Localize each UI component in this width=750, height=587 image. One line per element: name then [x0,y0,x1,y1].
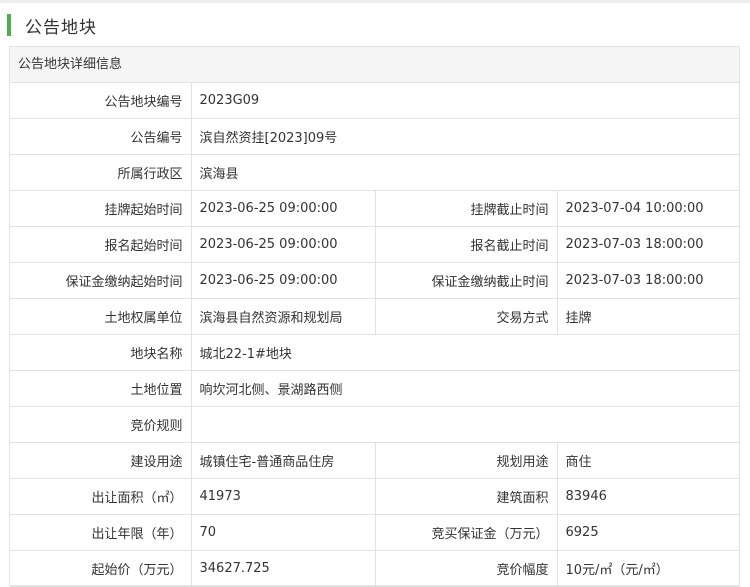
field-label: 挂牌起始时间 [10,190,192,227]
page-title: 公告地块 [25,17,97,38]
field-label: 起始价（万元） [10,550,192,587]
field-label: 竞价幅度 [374,550,558,587]
table-row: 保证金缴纳起始时间 2023-06-25 09:00:00 保证金缴纳截止时间 … [10,262,740,299]
detail-panel: 公告地块详细信息 公告地块编号 2023G09 公告编号 滨自然资挂[2023]… [9,46,740,587]
table-row: 出让面积（㎡） 41973 建筑面积 83946 [10,478,740,515]
table-row: 挂牌起始时间 2023-06-25 09:00:00 挂牌截止时间 2023-0… [10,190,740,227]
field-value: 挂牌 [556,298,740,335]
panel-heading: 公告地块详细信息 [10,47,739,83]
table-row: 土地权属单位 滨海县自然资源和规划局 交易方式 挂牌 [10,298,740,335]
field-value: 滨海县自然资源和规划局 [190,298,376,335]
field-label: 公告地块编号 [10,83,192,119]
field-value: 2023-07-03 18:00:00 [556,262,740,299]
detail-table: 公告地块编号 2023G09 公告编号 滨自然资挂[2023]09号 所属行政区… [10,83,740,587]
field-label: 建设用途 [10,442,192,479]
field-value: 6925 [556,514,740,551]
table-row: 公告编号 滨自然资挂[2023]09号 [10,118,740,155]
field-value: 2023-07-03 18:00:00 [556,226,740,263]
field-label: 出让面积（㎡） [10,478,192,515]
title-accent-bar [7,14,11,36]
field-value: 城北22-1#地块 [190,334,740,371]
field-label: 地块名称 [10,334,192,371]
field-label: 挂牌截止时间 [374,190,558,227]
field-value: 商住 [556,442,740,479]
field-label: 报名截止时间 [374,226,558,263]
table-row: 公告地块编号 2023G09 [10,83,740,119]
field-value: 83946 [556,478,740,515]
field-value: 41973 [190,478,376,515]
field-label: 保证金缴纳起始时间 [10,262,192,299]
field-label: 报名起始时间 [10,226,192,263]
field-value: 响坎河北侧、景湖路西侧 [190,370,740,407]
field-value: 2023-06-25 09:00:00 [190,226,376,263]
field-value: 滨海县 [190,154,740,191]
field-label: 土地位置 [10,370,192,407]
table-row: 报名起始时间 2023-06-25 09:00:00 报名截止时间 2023-0… [10,226,740,263]
field-label: 土地权属单位 [10,298,192,335]
field-value: 34627.725 [190,550,376,587]
table-row: 竞价规则 [10,406,740,443]
field-label: 所属行政区 [10,154,192,191]
field-label: 规划用途 [374,442,558,479]
field-value: 2023-07-04 10:00:00 [556,190,740,227]
table-row: 建设用途 城镇住宅-普通商品住房 规划用途 商住 [10,442,740,479]
table-row: 土地位置 响坎河北侧、景湖路西侧 [10,370,740,407]
table-row: 起始价（万元） 34627.725 竞价幅度 10元/㎡（元/㎡） [10,550,740,587]
field-label: 竞买保证金（万元） [374,514,558,551]
field-value: 滨自然资挂[2023]09号 [190,118,740,155]
field-value: 2023G09 [190,83,740,119]
field-value: 2023-06-25 09:00:00 [190,262,376,299]
field-label: 出让年限（年） [10,514,192,551]
field-value: 2023-06-25 09:00:00 [190,190,376,227]
table-row: 所属行政区 滨海县 [10,154,740,191]
top-border [0,0,750,3]
field-label: 公告编号 [10,118,192,155]
field-label: 建筑面积 [374,478,558,515]
table-row: 地块名称 城北22-1#地块 [10,334,740,371]
table-row: 出让年限（年） 70 竞买保证金（万元） 6925 [10,514,740,551]
field-label: 竞价规则 [10,406,192,443]
field-label: 交易方式 [374,298,558,335]
field-value [190,406,740,443]
field-value: 城镇住宅-普通商品住房 [190,442,376,479]
field-label: 保证金缴纳截止时间 [374,262,558,299]
page-header: 公告地块 [7,11,97,39]
field-value: 10元/㎡（元/㎡） [556,550,740,587]
field-value: 70 [190,514,376,551]
